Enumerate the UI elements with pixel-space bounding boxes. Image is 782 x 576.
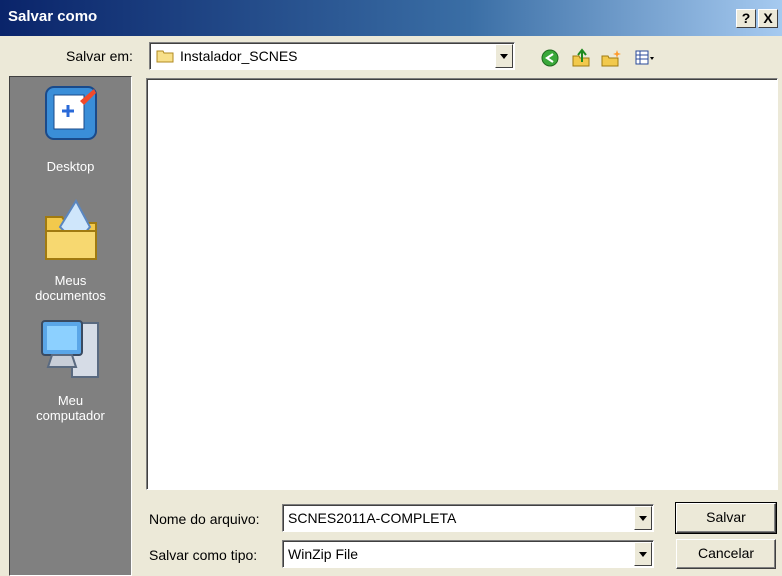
new-folder-icon[interactable] xyxy=(600,48,622,68)
desktop-icon xyxy=(44,86,97,140)
up-folder-icon[interactable] xyxy=(570,48,592,68)
filetype-value: WinZip File xyxy=(288,546,359,562)
filename-input[interactable]: SCNES2011A-COMPLETA xyxy=(282,504,654,532)
save-button[interactable]: Salvar xyxy=(675,502,777,534)
place-my-computer[interactable]: Meu computador xyxy=(10,317,131,423)
place-comp-line2: computador xyxy=(36,408,105,423)
places-bar: Desktop Meus documentos Meu computador xyxy=(9,76,132,576)
my-documents-icon xyxy=(44,198,97,260)
filename-dropdown-button[interactable] xyxy=(634,506,652,530)
savein-dropdown-button[interactable] xyxy=(495,44,513,68)
filename-label: Nome do arquivo: xyxy=(149,511,260,527)
close-button[interactable]: X xyxy=(758,9,778,28)
window-title: Salvar como xyxy=(8,8,98,25)
filetype-dropdown-button[interactable] xyxy=(634,542,652,566)
place-comp-line1: Meu xyxy=(57,393,84,408)
savein-value: Instalador_SCNES xyxy=(180,48,298,64)
filetype-label: Salvar como tipo: xyxy=(149,547,258,563)
back-icon[interactable] xyxy=(540,48,562,68)
cancel-button[interactable]: Cancelar xyxy=(676,539,776,569)
filename-value: SCNES2011A-COMPLETA xyxy=(288,510,457,526)
place-my-documents[interactable]: Meus documentos xyxy=(10,197,131,303)
file-list[interactable] xyxy=(146,78,778,490)
help-button[interactable]: ? xyxy=(736,9,756,28)
place-docs-line2: documentos xyxy=(35,288,106,303)
folder-icon xyxy=(156,50,174,63)
filetype-select[interactable]: WinZip File xyxy=(282,540,654,568)
place-desktop-label: Desktop xyxy=(46,159,95,174)
save-as-dialog: Salvar como ? X Salvar em: Instalador_SC… xyxy=(0,0,782,576)
my-computer-icon xyxy=(40,320,99,378)
views-menu-icon[interactable] xyxy=(634,48,656,68)
place-docs-line1: Meus xyxy=(54,273,87,288)
title-bar[interactable]: Salvar como ? X xyxy=(0,0,782,36)
savein-label: Salvar em: xyxy=(66,48,133,64)
place-desktop[interactable]: Desktop xyxy=(10,83,131,174)
savein-combo[interactable]: Instalador_SCNES xyxy=(149,42,515,70)
